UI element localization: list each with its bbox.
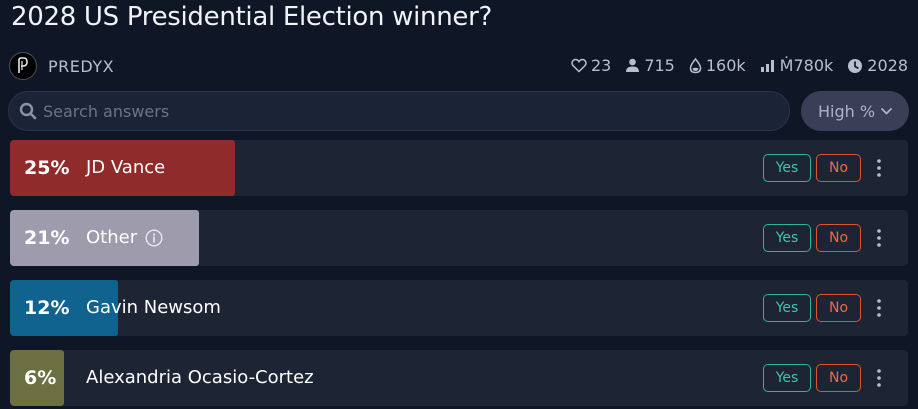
sort-label: High % <box>817 101 876 121</box>
creator-name[interactable]: PREDYX <box>48 57 114 76</box>
yes-button[interactable]: Yes <box>763 294 811 322</box>
likes-count: 23 <box>590 56 612 75</box>
market-page: 2028 US Presidential Election winner? PR… <box>0 0 918 409</box>
more-vertical-icon <box>877 229 881 247</box>
heart-icon <box>571 58 587 73</box>
answer-text: Gavin Newsom <box>86 297 221 318</box>
answer-label: Other <box>86 210 163 266</box>
close-date: 2028 <box>867 56 908 75</box>
more-options-button[interactable] <box>870 225 888 251</box>
bar-chart-icon <box>760 59 774 72</box>
answer-label: Alexandria Ocasio-Cortez <box>86 350 314 406</box>
liquidity-stat: 160k <box>689 56 746 75</box>
likes-stat[interactable]: 23 <box>571 56 611 75</box>
page-title: 2028 US Presidential Election winner? <box>11 2 492 32</box>
more-vertical-icon <box>877 299 881 317</box>
market-stats: 23 715 160k Ṁ780k 2028 <box>557 56 908 75</box>
more-options-button[interactable] <box>870 365 888 391</box>
info-icon[interactable] <box>145 229 163 247</box>
chevron-down-icon <box>881 107 892 114</box>
answer-probability: 25% <box>24 157 70 179</box>
sort-dropdown[interactable]: High % <box>801 91 909 131</box>
search-bar[interactable] <box>8 91 790 131</box>
answer-row[interactable]: 25% JD Vance Yes No <box>10 140 908 196</box>
answer-probability: 21% <box>24 227 70 249</box>
user-icon <box>626 58 640 72</box>
more-vertical-icon <box>877 369 881 387</box>
liquidity-amount: 160k <box>705 56 746 75</box>
answer-row[interactable]: 6% Alexandria Ocasio-Cortez Yes No <box>10 350 908 406</box>
more-options-button[interactable] <box>870 295 888 321</box>
answer-probability: 12% <box>24 297 70 319</box>
close-date-stat: 2028 <box>847 56 908 75</box>
answer-text: JD Vance <box>86 157 166 178</box>
no-button[interactable]: No <box>816 364 861 392</box>
traders-stat: 715 <box>625 56 675 75</box>
traders-count: 715 <box>644 56 675 75</box>
answer-text: Alexandria Ocasio-Cortez <box>86 367 314 388</box>
market-meta-row: PREDYX 23 715 160k Ṁ780k 2028 <box>0 50 918 84</box>
answers-list: 25% JD Vance Yes No 21% Other Yes No 12%… <box>10 140 908 409</box>
clock-icon <box>848 58 863 73</box>
answer-row[interactable]: 12% Gavin Newsom Yes No <box>10 280 908 336</box>
volume-stat: Ṁ780k <box>760 56 834 75</box>
no-button[interactable]: No <box>816 154 861 182</box>
answer-row[interactable]: 21% Other Yes No <box>10 210 908 266</box>
answer-probability: 6% <box>24 367 57 389</box>
answer-label: Gavin Newsom <box>86 280 221 336</box>
creator-avatar[interactable] <box>9 52 37 80</box>
creator-logo-icon <box>18 57 28 73</box>
no-button[interactable]: No <box>816 294 861 322</box>
answer-label: JD Vance <box>86 140 165 196</box>
droplet-icon <box>689 57 702 73</box>
yes-button[interactable]: Yes <box>763 224 811 252</box>
volume-amount: Ṁ780k <box>779 56 834 75</box>
yes-button[interactable]: Yes <box>763 364 811 392</box>
yes-button[interactable]: Yes <box>763 154 811 182</box>
more-options-button[interactable] <box>870 155 888 181</box>
search-icon <box>19 102 37 120</box>
search-input[interactable] <box>43 92 763 130</box>
no-button[interactable]: No <box>816 224 861 252</box>
more-vertical-icon <box>877 159 881 177</box>
answer-text: Other <box>86 227 138 248</box>
